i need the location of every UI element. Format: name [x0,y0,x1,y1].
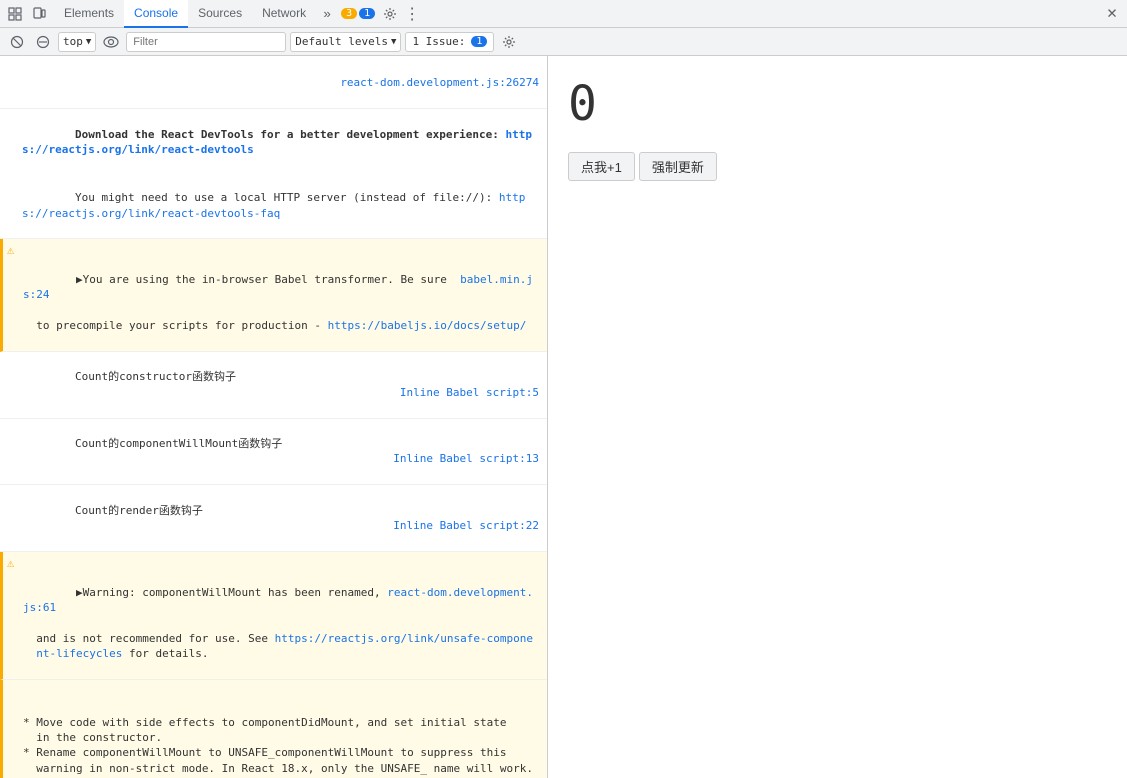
close-devtools-button[interactable]: ✕ [1101,3,1123,25]
console-messages-list: react-dom.development.js:26274 Download … [0,56,547,778]
clear-console-button[interactable] [6,31,28,53]
issue-count-badge: 1 [471,36,487,47]
more-tabs-button[interactable]: » [316,3,338,25]
block-icon[interactable] [32,31,54,53]
list-item: You might need to use a local HTTP serve… [0,175,547,240]
source-link-2[interactable]: Inline Babel script:13 [393,451,539,466]
warning-icon-2: ⚠ [7,555,14,572]
more-options-icon[interactable]: ⋮ [401,3,423,25]
tab-console[interactable]: Console [124,0,188,28]
source-link-3[interactable]: Inline Babel script:22 [393,518,539,533]
warning-icon: ⚠ [7,242,14,259]
issue-badge[interactable]: 1 Issue: 1 [405,32,494,52]
levels-chevron-icon: ▼ [391,37,396,47]
source-link-1[interactable]: Inline Babel script:5 [400,385,539,400]
context-selector[interactable]: top ▼ [58,32,96,52]
settings-icon[interactable] [379,3,401,25]
main-content: react-dom.development.js:26274 Download … [0,56,1127,778]
tab-network[interactable]: Network [252,0,316,28]
device-icon[interactable] [28,3,50,25]
babeljs-link[interactable]: https://babeljs.io/docs/setup/ [328,319,527,332]
list-item: Count的render函数钩子 Inline Babel script:22 [0,485,547,552]
chevron-down-icon: ▼ [86,37,91,47]
tab-elements[interactable]: Elements [54,0,124,28]
chat-badge: 1 [359,8,375,19]
warning-badge: 3 [341,8,357,19]
counter-buttons: 点我+1 强制更新 [568,152,717,181]
source-link[interactable]: react-dom.development.js:26274 [340,75,539,90]
list-item: Download the React DevTools for a better… [0,109,547,175]
levels-dropdown[interactable]: Default levels ▼ [290,32,401,52]
filter-input[interactable] [126,32,286,52]
eye-icon[interactable] [100,31,122,53]
browser-panel: 0 点我+1 强制更新 [548,56,1127,778]
devtools-tabbar: Elements Console Sources Network » 3 1 ⋮… [0,0,1127,28]
console-panel: react-dom.development.js:26274 Download … [0,56,548,778]
inspect-icon[interactable] [4,3,26,25]
list-item: ⚠ ▶Warning: componentWillMount has been … [0,552,547,680]
increment-button[interactable]: 点我+1 [568,152,635,181]
tab-icon-group [4,3,50,25]
list-item: Count的componentWillMount函数钩子 Inline Babe… [0,419,547,486]
list-item: * Move code with side effects to compone… [0,680,547,778]
counter-value: 0 [568,76,597,132]
console-settings-icon[interactable] [498,31,520,53]
tab-sources[interactable]: Sources [188,0,252,28]
force-update-button[interactable]: 强制更新 [639,152,717,181]
list-item: ⚠ ▶You are using the in-browser Babel tr… [0,239,547,352]
console-toolbar: top ▼ Default levels ▼ 1 Issue: 1 [0,28,1127,56]
list-item: Count的constructor函数钩子 Inline Babel scrip… [0,352,547,419]
list-item: react-dom.development.js:26274 [0,58,547,109]
